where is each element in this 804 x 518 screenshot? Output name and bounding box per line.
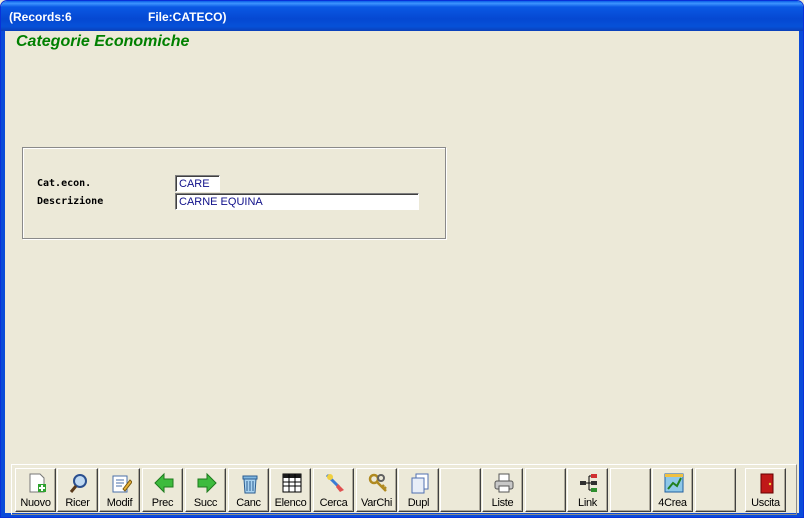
app-window: (Records:6 File:CATECO) Categorie Econom… — [0, 0, 804, 518]
nuovo-button[interactable]: Nuovo — [15, 468, 56, 512]
cerca-label: Cerca — [319, 497, 348, 509]
4crea-label: 4Crea — [658, 497, 687, 509]
dupl-label: Dupl — [407, 497, 430, 509]
prec-button[interactable]: Prec — [142, 468, 183, 512]
new-record-icon — [29, 473, 46, 493]
search-icon — [69, 474, 87, 493]
canc-label: Canc — [236, 497, 261, 509]
window-frame-left — [1, 31, 5, 517]
link-tree-icon — [580, 474, 597, 492]
modif-label: Modif — [106, 497, 133, 509]
cerca-button[interactable]: Cerca — [313, 468, 354, 512]
printer-icon — [494, 473, 514, 493]
link-label: Link — [578, 497, 597, 509]
uscita-button[interactable]: Uscita — [745, 468, 786, 512]
cat-econ-field[interactable]: CARE — [175, 175, 220, 192]
liste-button[interactable]: Liste — [482, 468, 523, 512]
form-title: Categorie Economiche — [16, 33, 190, 50]
dupl-button[interactable]: Dupl — [398, 468, 439, 512]
succ-label: Succ — [193, 497, 218, 509]
nuovo-label: Nuovo — [20, 497, 51, 509]
exit-door-icon — [760, 473, 774, 494]
succ-button[interactable]: Succ — [185, 468, 226, 512]
uscita-label: Uscita — [751, 497, 780, 509]
liste-label: Liste — [491, 497, 514, 509]
modif-button[interactable]: Modif — [99, 468, 140, 512]
empty-button-1[interactable] — [440, 468, 481, 512]
title-bar[interactable]: (Records:6 File:CATECO) — [1, 1, 803, 31]
elenco-label: Elenco — [274, 497, 307, 509]
canc-button[interactable]: Canc — [228, 468, 269, 512]
empty-button-2[interactable] — [525, 468, 566, 512]
cat-econ-label: Cat.econ. — [37, 178, 92, 189]
elenco-button[interactable]: Elenco — [270, 468, 311, 512]
descrizione-field[interactable]: CARNE EQUINA — [175, 193, 419, 210]
keys-icon — [368, 473, 387, 492]
varchi-button[interactable]: VarChi — [356, 468, 397, 512]
empty-button-3[interactable] — [610, 468, 651, 512]
edit-icon — [112, 475, 132, 493]
arrow-right-icon — [197, 472, 217, 494]
records-count: (Records:6 — [9, 10, 72, 24]
table-icon — [282, 473, 302, 493]
trash-icon — [242, 475, 258, 494]
varchi-label: VarChi — [360, 497, 392, 509]
prec-label: Prec — [151, 497, 174, 509]
descrizione-label: Descrizione — [37, 196, 104, 207]
4crea-button[interactable]: 4Crea — [652, 468, 693, 512]
chart-create-icon — [664, 473, 684, 493]
window-frame-right — [799, 31, 803, 517]
file-name: File:CATECO) — [148, 10, 227, 24]
empty-button-4[interactable] — [695, 468, 736, 512]
duplicate-icon — [411, 473, 429, 494]
link-button[interactable]: Link — [567, 468, 608, 512]
ricer-button[interactable]: Ricer — [57, 468, 98, 512]
find-icon — [325, 473, 344, 492]
ricer-label: Ricer — [65, 497, 90, 509]
arrow-left-icon — [154, 472, 174, 494]
